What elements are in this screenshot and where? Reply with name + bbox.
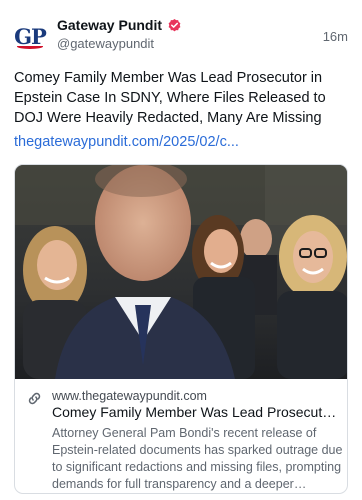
avatar[interactable]: GP (12, 18, 48, 54)
card-description: Attorney General Pam Bondi's recent rele… (52, 426, 343, 491)
post-link[interactable]: thegatewaypundit.com/2025/02/c... (14, 134, 239, 150)
link-icon (28, 392, 41, 405)
post-card[interactable]: GP Gateway Pundit @gatewaypundit 16m Com… (0, 0, 362, 500)
handle[interactable]: @gatewaypundit (57, 36, 182, 51)
display-name[interactable]: Gateway Pundit (57, 17, 162, 33)
timestamp[interactable]: 16m (323, 29, 348, 44)
card-body: www.thegatewaypundit.com Comey Family Me… (15, 379, 347, 493)
post-header: Gateway Pundit @gatewaypundit (57, 17, 182, 51)
card-image[interactable] (15, 165, 348, 379)
verified-badge-icon (168, 18, 181, 31)
logo-swoosh (17, 44, 43, 49)
name-row: Gateway Pundit (57, 17, 182, 33)
card-domain: www.thegatewaypundit.com (52, 389, 207, 403)
link-preview-card[interactable]: www.thegatewaypundit.com Comey Family Me… (14, 164, 348, 494)
card-title[interactable]: Comey Family Member Was Lead Prosecutor … (52, 404, 342, 420)
post-text: Comey Family Member Was Lead Prosecutor … (14, 70, 326, 126)
